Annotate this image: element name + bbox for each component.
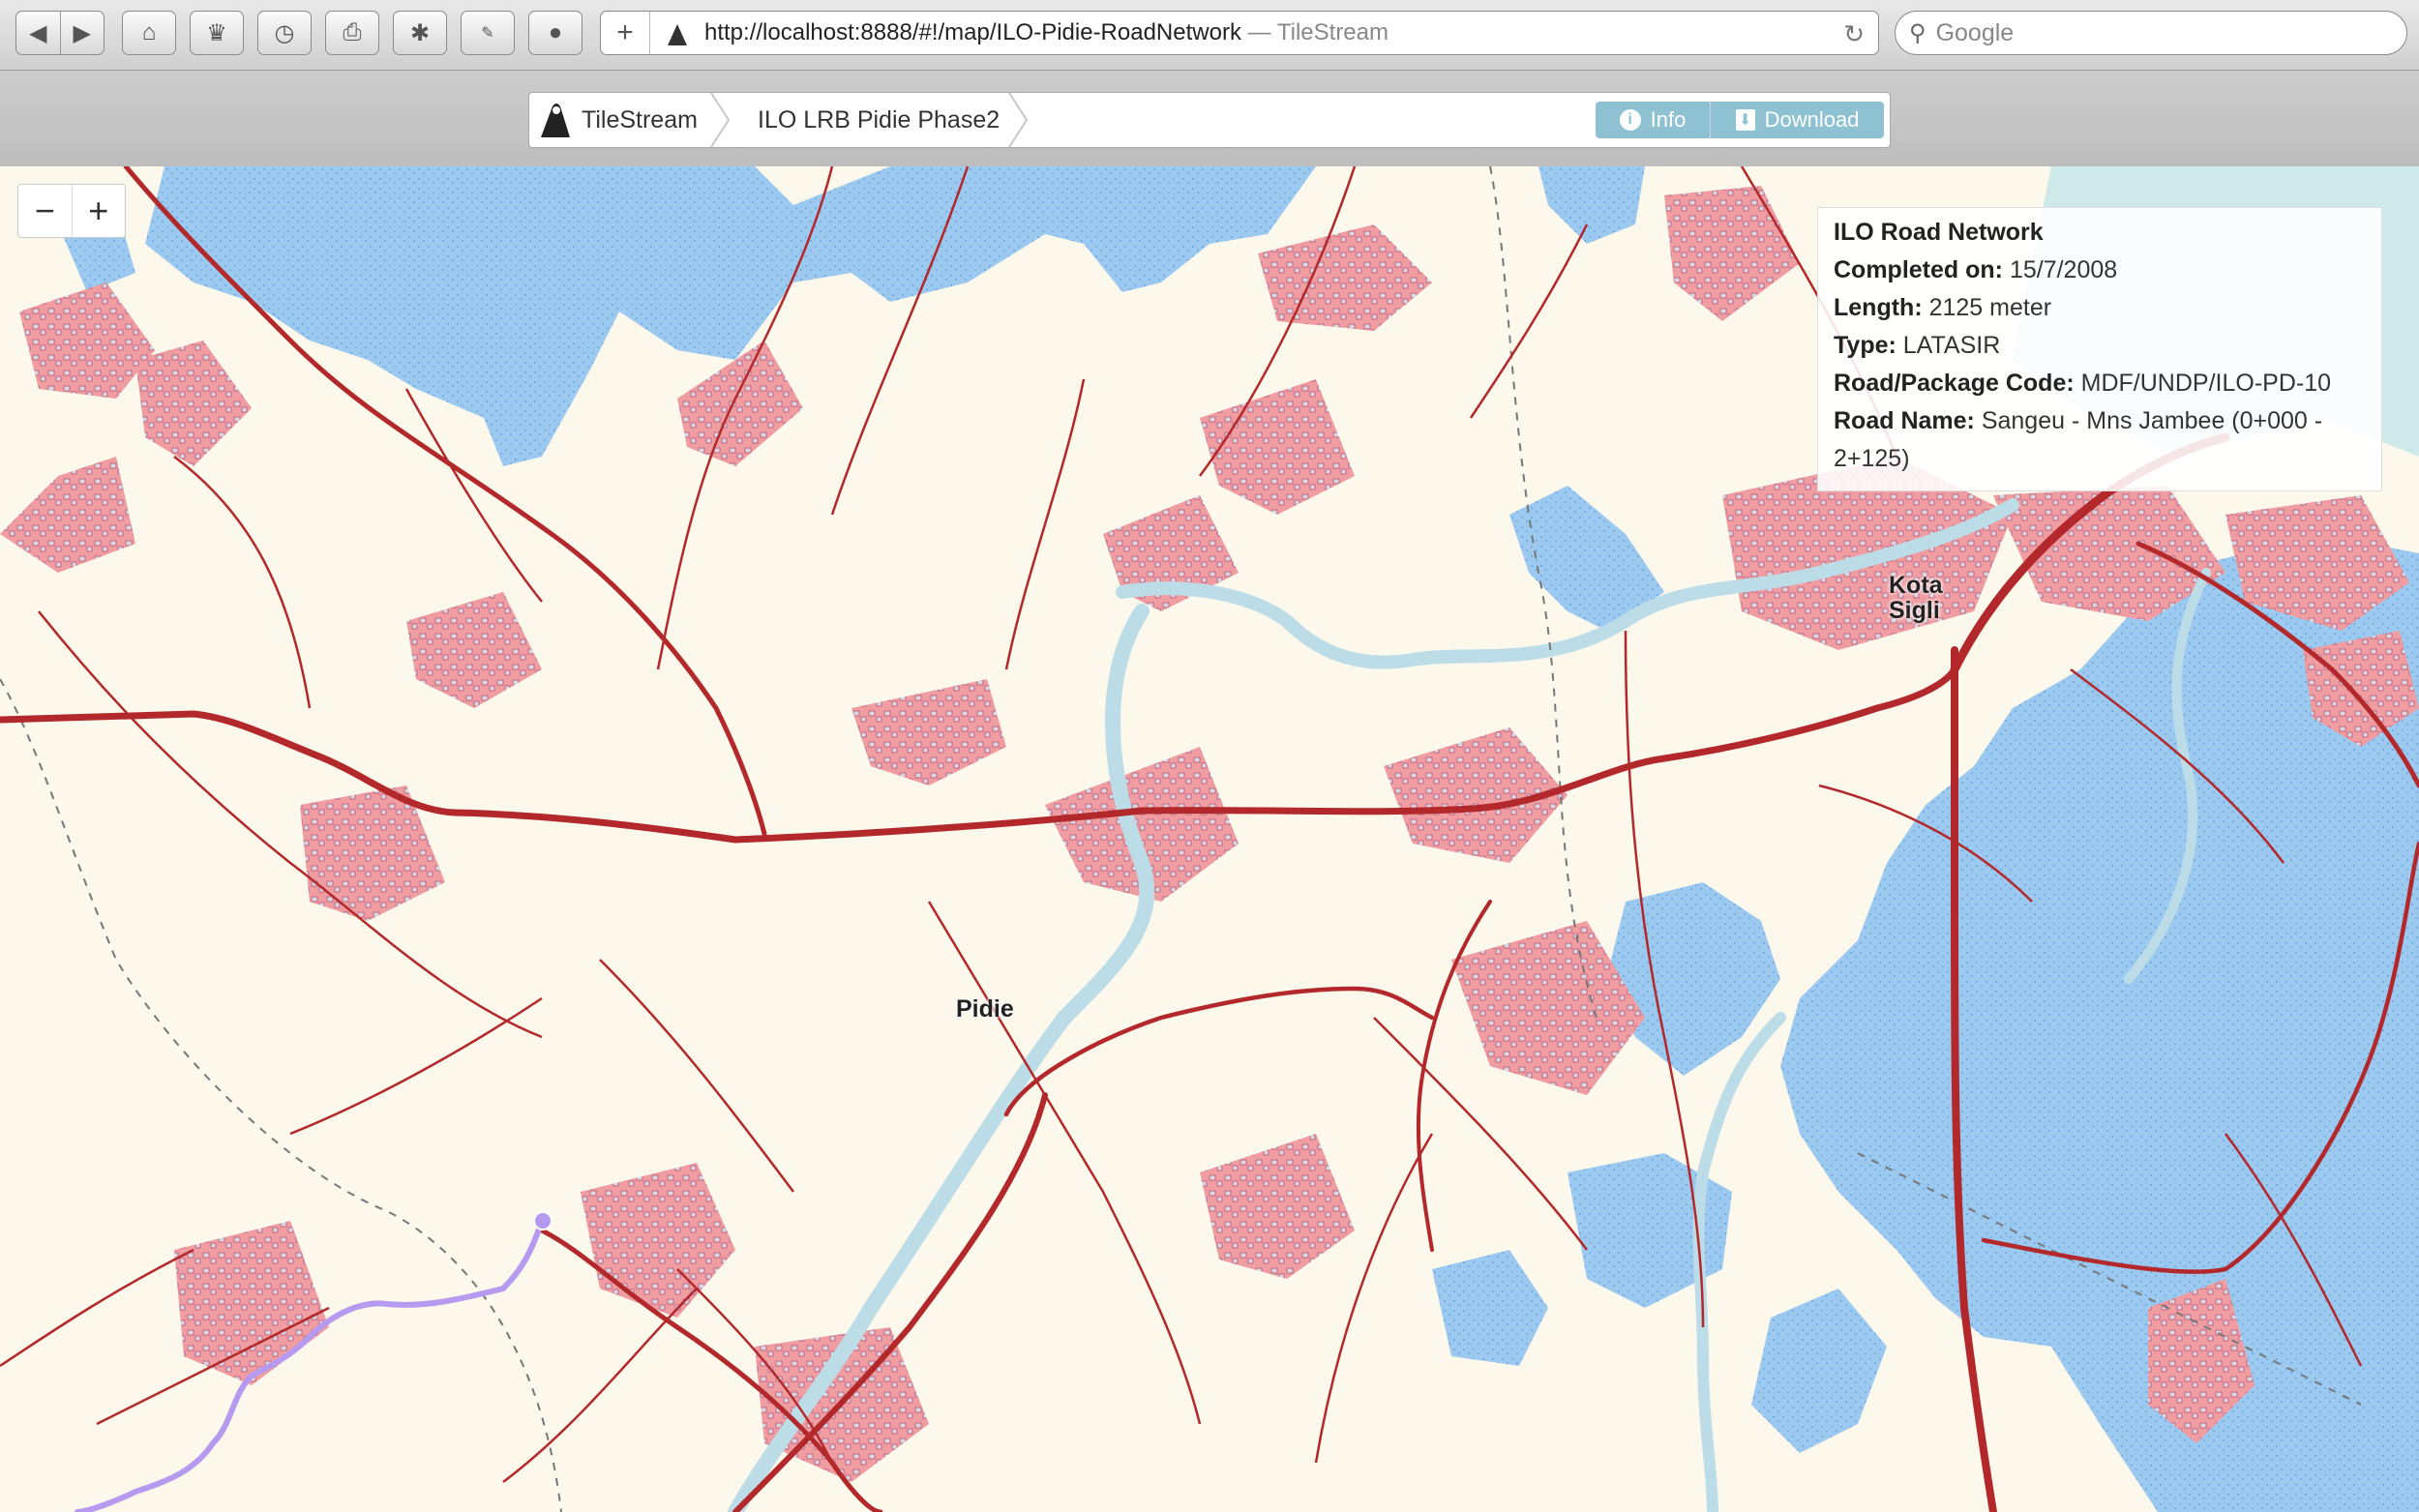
back-icon[interactable]: ◀ bbox=[16, 12, 61, 54]
code-label: Road/Package Code: bbox=[1834, 370, 2075, 397]
record-icon[interactable]: ● bbox=[528, 11, 582, 55]
completed-label: Completed on: bbox=[1834, 256, 2003, 283]
breadcrumb-separator-icon bbox=[1008, 93, 1029, 147]
page-title: — TileStream bbox=[1247, 19, 1389, 45]
search-placeholder: Google bbox=[1935, 18, 2015, 46]
browser-toolbar: ◀ ▶ ⌂ ♛ ◷ ⎙ ✱ ✎ ● + http://localhost:888… bbox=[0, 0, 2419, 71]
place-label-kota: Kota bbox=[1889, 572, 1943, 599]
type-value: LATASIR bbox=[1902, 332, 2001, 359]
site-favicon-icon bbox=[665, 22, 690, 52]
download-icon: ⬇ bbox=[1735, 109, 1755, 131]
breadcrumb-separator-icon bbox=[710, 93, 731, 147]
code-value: MDF/UNDP/ILO-PD-10 bbox=[2080, 370, 2332, 397]
topsites-icon[interactable]: ♛ bbox=[190, 11, 244, 55]
reload-icon[interactable]: ↻ bbox=[1843, 19, 1865, 49]
address-bar[interactable]: + http://localhost:8888/#!/map/ILO-Pidie… bbox=[600, 11, 1879, 55]
tooltip-title: ILO Road Network bbox=[1834, 219, 2044, 246]
info-button[interactable]: i Info bbox=[1596, 102, 1711, 138]
css-icon[interactable]: ✎ bbox=[461, 11, 515, 55]
selected-road[interactable] bbox=[75, 1218, 545, 1512]
breadcrumb-home[interactable]: TileStream bbox=[539, 93, 698, 147]
zoom-control: − + bbox=[17, 184, 126, 238]
breadcrumb-map-name: ILO LRB Pidie Phase2 bbox=[758, 93, 1000, 147]
place-label-pidie: Pidie bbox=[956, 995, 1014, 1023]
app-header: TileStream ILO LRB Pidie Phase2 i Info ⬇ D… bbox=[0, 71, 2419, 167]
tilestream-logo-icon bbox=[541, 104, 570, 137]
map-actions: i Info ⬇ Download bbox=[1596, 102, 1884, 138]
breadcrumb: TileStream ILO LRB Pidie Phase2 i Info ⬇ D… bbox=[528, 92, 1891, 148]
add-bookmark-icon[interactable]: + bbox=[601, 12, 650, 54]
completed-value: 15/7/2008 bbox=[2009, 256, 2118, 283]
download-label: Download bbox=[1764, 107, 1860, 132]
length-label: Length: bbox=[1834, 294, 1923, 321]
back-forward-buttons[interactable]: ◀ ▶ bbox=[15, 11, 105, 55]
place-label-sigli: Sigli bbox=[1889, 597, 1940, 624]
length-value: 2125 meter bbox=[1928, 294, 2052, 321]
search-field[interactable]: ⚲ Google bbox=[1895, 11, 2407, 55]
zoom-out-button[interactable]: − bbox=[18, 185, 73, 237]
zoom-in-button[interactable]: + bbox=[73, 185, 126, 237]
feature-tooltip: ILO Road Network Completed on: 15/7/2008… bbox=[1817, 207, 2382, 491]
download-button[interactable]: ⬇ Download bbox=[1711, 102, 1884, 138]
url-value: http://localhost:8888/#!/map/ILO-Pidie-R… bbox=[704, 19, 1241, 45]
road-name-label: Road Name: bbox=[1834, 407, 1975, 434]
breadcrumb-item-map: ILO LRB Pidie Phase2 bbox=[758, 105, 1000, 133]
url-text[interactable]: http://localhost:8888/#!/map/ILO-Pidie-R… bbox=[704, 19, 1389, 46]
bug-icon[interactable]: ✱ bbox=[393, 11, 447, 55]
info-label: Info bbox=[1650, 107, 1687, 132]
history-icon[interactable]: ◷ bbox=[257, 11, 312, 55]
info-icon: i bbox=[1619, 109, 1641, 131]
forward-icon[interactable]: ▶ bbox=[61, 12, 105, 54]
map-canvas[interactable]: − + Pidie Kota Sigli ILO Road Network Co… bbox=[0, 166, 2419, 1512]
home-icon[interactable]: ⌂ bbox=[122, 11, 176, 55]
type-label: Type: bbox=[1834, 332, 1896, 359]
breadcrumb-item-tilestream[interactable]: TileStream bbox=[582, 106, 698, 134]
print-icon[interactable]: ⎙ bbox=[325, 11, 379, 55]
selected-road-endpoint[interactable] bbox=[533, 1211, 552, 1230]
search-icon: ⚲ bbox=[1909, 19, 1926, 46]
